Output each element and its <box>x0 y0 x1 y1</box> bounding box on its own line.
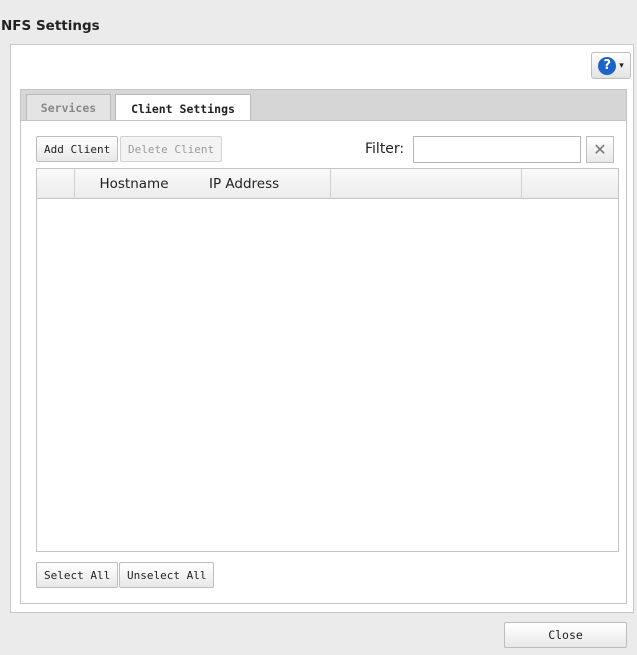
close-button[interactable]: Close <box>504 622 627 648</box>
add-client-button[interactable]: Add Client <box>36 136 119 162</box>
client-table: Hostname IP Address <box>36 168 619 552</box>
settings-panel: ? ▾ Services Client Settings Add Client … <box>10 44 634 613</box>
column-header-select[interactable] <box>37 169 75 198</box>
close-icon: ✕ <box>593 140 607 159</box>
column-header-extra[interactable] <box>522 169 618 198</box>
column-header-hostname[interactable]: Hostname <box>75 169 193 198</box>
tab-services[interactable]: Services <box>26 94 111 121</box>
unselect-all-button[interactable]: Unselect All <box>119 562 215 588</box>
chevron-down-icon: ▾ <box>619 60 624 71</box>
title-bar: NFS Settings <box>0 0 637 40</box>
select-all-button[interactable]: Select All <box>36 562 119 588</box>
clear-filter-button[interactable]: ✕ <box>586 136 614 163</box>
filter-input[interactable] <box>413 136 581 163</box>
tab-client-settings[interactable]: Client Settings <box>115 94 251 122</box>
dialog-footer: Close <box>0 614 637 655</box>
window-title: NFS Settings <box>1 18 100 34</box>
client-settings-content: Add Client Delete Client Filter: ✕ Hostn… <box>20 120 627 604</box>
help-icon: ? <box>598 56 617 75</box>
table-header: Hostname IP Address <box>37 169 618 199</box>
filter-label: Filter: <box>365 141 405 157</box>
column-header-blank[interactable] <box>331 169 522 198</box>
help-button[interactable]: ? ▾ <box>591 52 631 79</box>
delete-client-button[interactable]: Delete Client <box>120 136 223 162</box>
tab-strip: Services Client Settings <box>20 89 627 122</box>
column-header-ip-address[interactable]: IP Address <box>193 169 331 198</box>
